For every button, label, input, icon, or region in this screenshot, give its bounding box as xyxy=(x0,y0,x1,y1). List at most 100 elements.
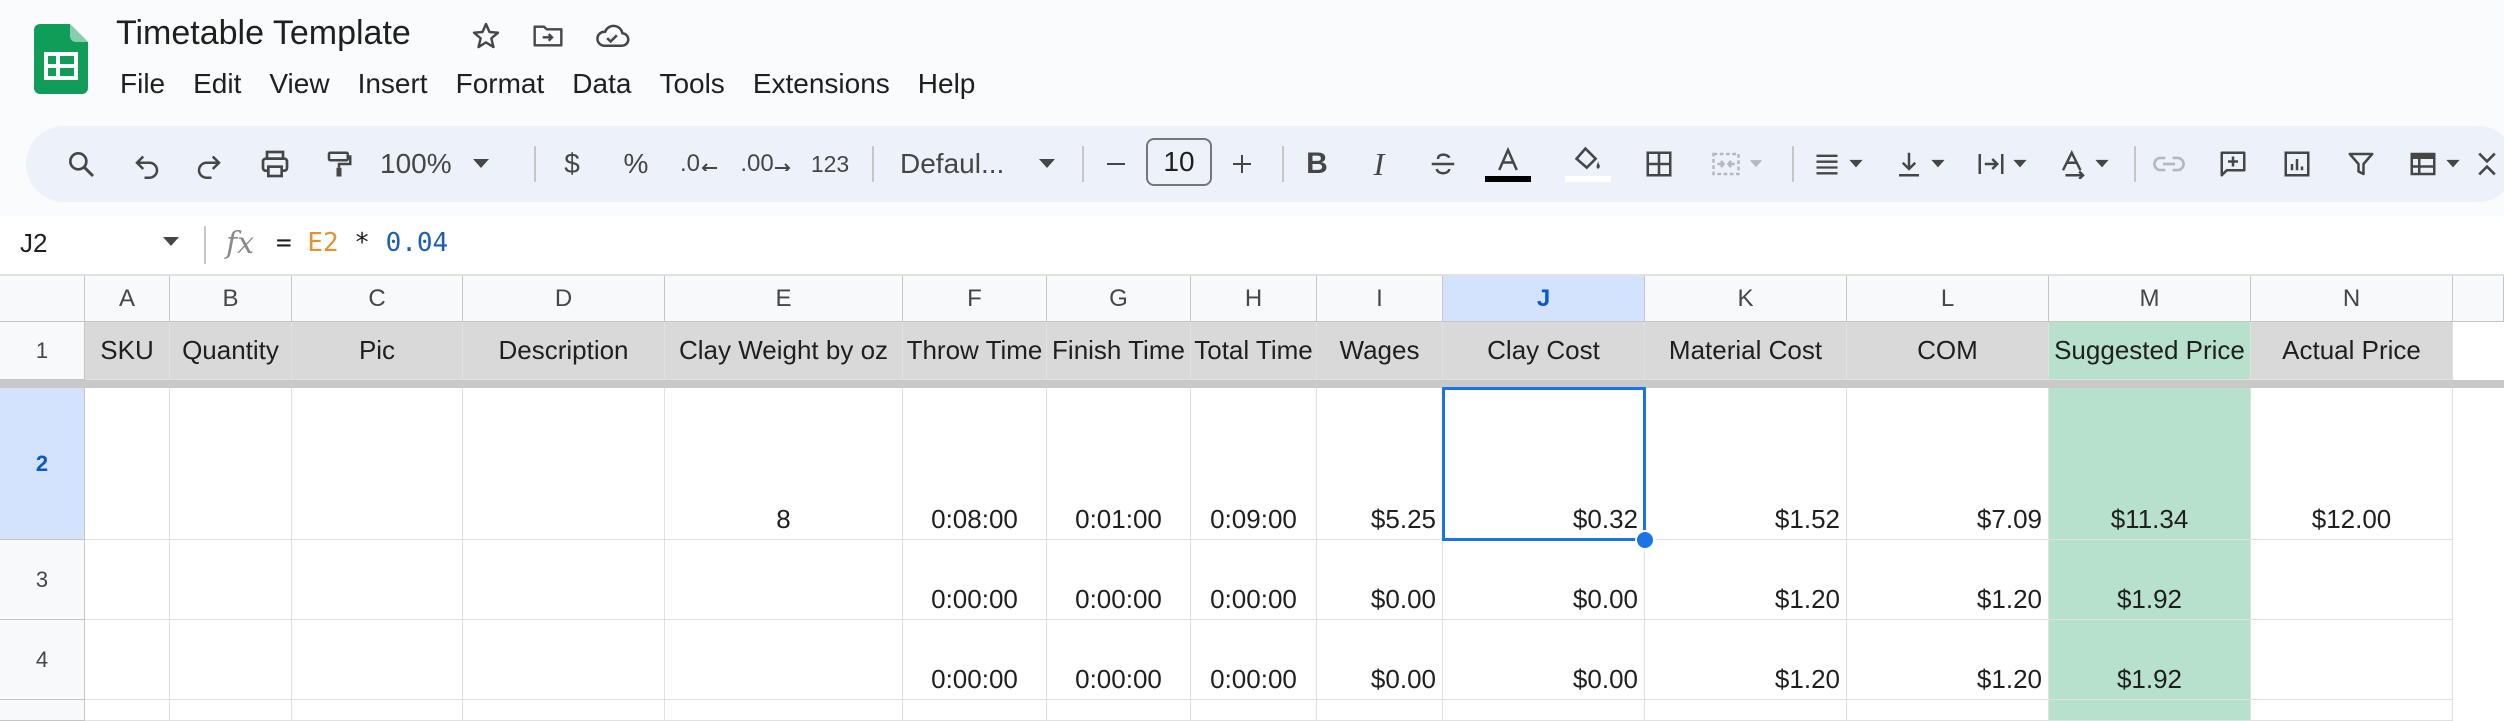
cell-d4[interactable] xyxy=(463,620,665,700)
chevron-down-icon[interactable] xyxy=(162,236,180,248)
column-header-c[interactable]: C xyxy=(292,276,463,322)
cell-n3[interactable] xyxy=(2251,540,2453,620)
text-wrap-icon[interactable] xyxy=(1970,139,2034,189)
merge-cells-icon[interactable] xyxy=(1702,139,1770,189)
chart-icon[interactable] xyxy=(2274,139,2320,189)
column-header-j[interactable]: J xyxy=(1443,276,1645,322)
cell-i4[interactable]: $0.00 xyxy=(1317,620,1443,700)
increase-font-size-icon[interactable] xyxy=(1224,139,1260,189)
column-header-k[interactable]: K xyxy=(1645,276,1847,322)
row-header-5[interactable] xyxy=(0,700,85,721)
cell-g5[interactable] xyxy=(1047,700,1191,721)
paint-format-icon[interactable] xyxy=(314,139,364,189)
bold-icon[interactable]: B xyxy=(1294,139,1340,189)
cell-d3[interactable] xyxy=(463,540,665,620)
redo-icon[interactable] xyxy=(184,139,234,189)
percent-format-button[interactable]: % xyxy=(618,139,654,189)
header-cell-wages[interactable]: Wages xyxy=(1317,322,1443,380)
header-cell-description[interactable]: Description xyxy=(463,322,665,380)
align-icon[interactable] xyxy=(1806,139,1870,189)
cell-i5[interactable] xyxy=(1317,700,1443,721)
star-icon[interactable] xyxy=(468,18,504,54)
cell-c3[interactable] xyxy=(292,540,463,620)
header-cell-clay-cost[interactable]: Clay Cost xyxy=(1443,322,1645,380)
cell-h3[interactable]: 0:00:00 xyxy=(1191,540,1317,620)
increase-decimal-button[interactable]: .00 xyxy=(740,139,792,189)
cell-f3[interactable]: 0:00:00 xyxy=(903,540,1047,620)
cell-g2[interactable]: 0:01:00 xyxy=(1047,388,1191,540)
column-header-d[interactable]: D xyxy=(463,276,665,322)
cell-b4[interactable] xyxy=(170,620,292,700)
more-formats-button[interactable]: 123 xyxy=(808,139,852,189)
cell-a5[interactable] xyxy=(85,700,170,721)
cell-j3[interactable]: $0.00 xyxy=(1443,540,1645,620)
cell-b5[interactable] xyxy=(170,700,292,721)
cell-a4[interactable] xyxy=(85,620,170,700)
frozen-row-divider[interactable] xyxy=(0,380,2504,388)
cell-a2[interactable] xyxy=(85,388,170,540)
menu-view[interactable]: View xyxy=(255,64,343,104)
font-select[interactable]: Defaul... xyxy=(900,139,1056,189)
row-header-3[interactable]: 3 xyxy=(0,540,85,620)
comment-icon[interactable] xyxy=(2210,139,2256,189)
cell-f4[interactable]: 0:00:00 xyxy=(903,620,1047,700)
row-header-1[interactable]: 1 xyxy=(0,322,85,380)
cell-j4[interactable]: $0.00 xyxy=(1443,620,1645,700)
cell-n5[interactable] xyxy=(2251,700,2453,721)
cell-d2[interactable] xyxy=(463,388,665,540)
header-cell-material-cost[interactable]: Material Cost xyxy=(1645,322,1847,380)
borders-icon[interactable] xyxy=(1636,139,1682,189)
font-size-input[interactable]: 10 xyxy=(1146,138,1212,186)
fill-handle[interactable] xyxy=(1635,530,1655,550)
column-header-h[interactable]: H xyxy=(1191,276,1317,322)
cell-h5[interactable] xyxy=(1191,700,1317,721)
column-header-l[interactable]: L xyxy=(1847,276,2049,322)
cell-c4[interactable] xyxy=(292,620,463,700)
text-color-icon[interactable] xyxy=(1482,139,1534,189)
column-header-m[interactable]: M xyxy=(2049,276,2251,322)
menu-insert[interactable]: Insert xyxy=(344,64,442,104)
vertical-align-icon[interactable] xyxy=(1888,139,1952,189)
cell-k2[interactable]: $1.52 xyxy=(1645,388,1847,540)
menu-tools[interactable]: Tools xyxy=(645,64,738,104)
cell-g3[interactable]: 0:00:00 xyxy=(1047,540,1191,620)
row-header-2[interactable]: 2 xyxy=(0,388,85,540)
cell-l5[interactable] xyxy=(1847,700,2049,721)
cell-m2[interactable]: $11.34 xyxy=(2049,388,2251,540)
cell-b2[interactable] xyxy=(170,388,292,540)
menu-file[interactable]: File xyxy=(106,64,179,104)
header-cell-throw-time[interactable]: Throw Time xyxy=(903,322,1047,380)
name-box[interactable]: J2 xyxy=(20,228,47,259)
cell-e4[interactable] xyxy=(665,620,903,700)
header-cell-quantity[interactable]: Quantity xyxy=(170,322,292,380)
cell-e3[interactable] xyxy=(665,540,903,620)
column-header-o[interactable] xyxy=(2453,276,2504,322)
table-icon[interactable] xyxy=(2398,139,2470,189)
currency-format-button[interactable]: $ xyxy=(556,139,588,189)
menu-help[interactable]: Help xyxy=(904,64,990,104)
cell-a3[interactable] xyxy=(85,540,170,620)
cell-k4[interactable]: $1.20 xyxy=(1645,620,1847,700)
undo-icon[interactable] xyxy=(122,139,172,189)
document-title[interactable]: Timetable Template xyxy=(116,10,411,56)
cell-n4[interactable] xyxy=(2251,620,2453,700)
collapse-toolbar-icon[interactable] xyxy=(2474,139,2500,189)
cell-h2[interactable]: 0:09:00 xyxy=(1191,388,1317,540)
column-header-e[interactable]: E xyxy=(665,276,903,322)
cell-i3[interactable]: $0.00 xyxy=(1317,540,1443,620)
cell-l2[interactable]: $7.09 xyxy=(1847,388,2049,540)
header-cell-sku[interactable]: SKU xyxy=(85,322,170,380)
cell-e5[interactable] xyxy=(665,700,903,721)
move-to-folder-icon[interactable] xyxy=(530,18,566,54)
decrease-font-size-icon[interactable] xyxy=(1098,139,1134,189)
menu-extensions[interactable]: Extensions xyxy=(739,64,904,104)
column-header-f[interactable]: F xyxy=(903,276,1047,322)
column-header-a[interactable]: A xyxy=(85,276,170,322)
header-cell-com[interactable]: COM xyxy=(1847,322,2049,380)
cell-k5[interactable] xyxy=(1645,700,1847,721)
cell-b3[interactable] xyxy=(170,540,292,620)
column-header-b[interactable]: B xyxy=(170,276,292,322)
cell-f2[interactable]: 0:08:00 xyxy=(903,388,1047,540)
cell-l3[interactable]: $1.20 xyxy=(1847,540,2049,620)
cell-g4[interactable]: 0:00:00 xyxy=(1047,620,1191,700)
